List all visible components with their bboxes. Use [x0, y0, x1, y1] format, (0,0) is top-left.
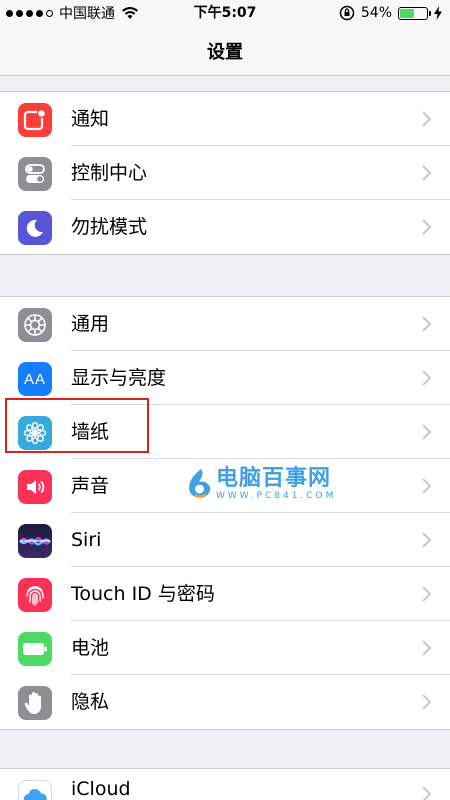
notifications-icon: [18, 103, 52, 137]
settings-row-icloud[interactable]: iCloud: [0, 769, 450, 800]
watermark-logo-icon: [189, 469, 211, 498]
page-title: 设置: [207, 41, 243, 63]
chevron-right-icon: [422, 694, 432, 710]
settings-row-label: 电池: [71, 637, 110, 659]
sound-icon: [18, 470, 52, 504]
chevron-right-icon: [422, 316, 432, 332]
settings-row-notifications[interactable]: 通知: [0, 92, 450, 146]
chevron-right-icon: [422, 165, 432, 181]
chevron-right-icon: [422, 532, 432, 548]
settings-row-privacy[interactable]: 隐私: [0, 675, 450, 729]
chevron-right-icon: [422, 424, 432, 440]
settings-row-label: 控制中心: [71, 162, 148, 184]
settings-row-siri[interactable]: Siri: [0, 513, 450, 567]
navigation-bar: 设置: [0, 26, 450, 76]
watermark: 电脑百事网 WWW.PC841.COM: [186, 466, 336, 502]
watermark-url: WWW.PC841.COM: [216, 490, 337, 501]
settings-row-general[interactable]: 通用: [0, 297, 450, 351]
settings-row-label: Touch ID 与密码: [71, 583, 215, 605]
battery-fill: [400, 8, 415, 18]
settings-row-label: 声音: [71, 475, 110, 497]
settings-row-label: Siri: [71, 529, 102, 551]
charging-bolt-icon: [434, 6, 442, 20]
settings-row-battery[interactable]: 电池: [0, 621, 450, 675]
settings-row-label: 通用: [71, 313, 110, 335]
settings-row-label: iCloud: [71, 778, 131, 800]
battery-icon: [18, 632, 52, 666]
status-bar: 中国联通 下午5:07 54%: [0, 0, 450, 26]
chevron-right-icon: [422, 478, 432, 494]
fingerprint-icon: [18, 578, 52, 612]
rotation-lock-icon: [339, 5, 355, 21]
chevron-right-icon: [422, 111, 432, 127]
settings-row-label: 勿扰模式: [71, 216, 148, 238]
settings-row-label: 显示与亮度: [71, 367, 167, 389]
siri-icon: [18, 524, 52, 558]
control-center-icon: [18, 157, 52, 191]
settings-row-display-brightness[interactable]: AA 显示与亮度: [0, 351, 450, 405]
battery-percent: 54%: [360, 5, 392, 21]
icloud-icon: [18, 780, 52, 800]
highlight-box: [5, 398, 149, 453]
chevron-right-icon: [422, 370, 432, 386]
gear-icon: [18, 308, 52, 342]
display-brightness-icon: AA: [18, 362, 52, 396]
display-brightness-icon-text: AA: [23, 370, 46, 388]
status-right: 54%: [339, 0, 442, 26]
chevron-right-icon: [422, 786, 432, 800]
settings-row-touch-id-passcode[interactable]: Touch ID 与密码: [0, 567, 450, 621]
chevron-right-icon: [422, 640, 432, 656]
watermark-text-block: 电脑百事网 WWW.PC841.COM: [216, 465, 337, 501]
do-not-disturb-icon: [18, 211, 52, 245]
settings-row-control-center[interactable]: 控制中心: [0, 146, 450, 200]
settings-row-label: 通知: [71, 108, 110, 130]
settings-row-label: 隐私: [71, 691, 110, 713]
chevron-right-icon: [422, 586, 432, 602]
settings-group-2: 通用 AA 显示与亮度 墙纸 声音 Siri Touch ID 与密码 电池 隐…: [0, 296, 450, 730]
battery-status-icon: [398, 6, 431, 20]
watermark-text: 电脑百事网: [216, 465, 332, 491]
settings-group-1: 通知 控制中心 勿扰模式: [0, 91, 450, 255]
settings-row-do-not-disturb[interactable]: 勿扰模式: [0, 200, 450, 254]
settings-group-3: iCloud: [0, 768, 450, 800]
privacy-hand-icon: [18, 686, 52, 720]
chevron-right-icon: [422, 219, 432, 235]
